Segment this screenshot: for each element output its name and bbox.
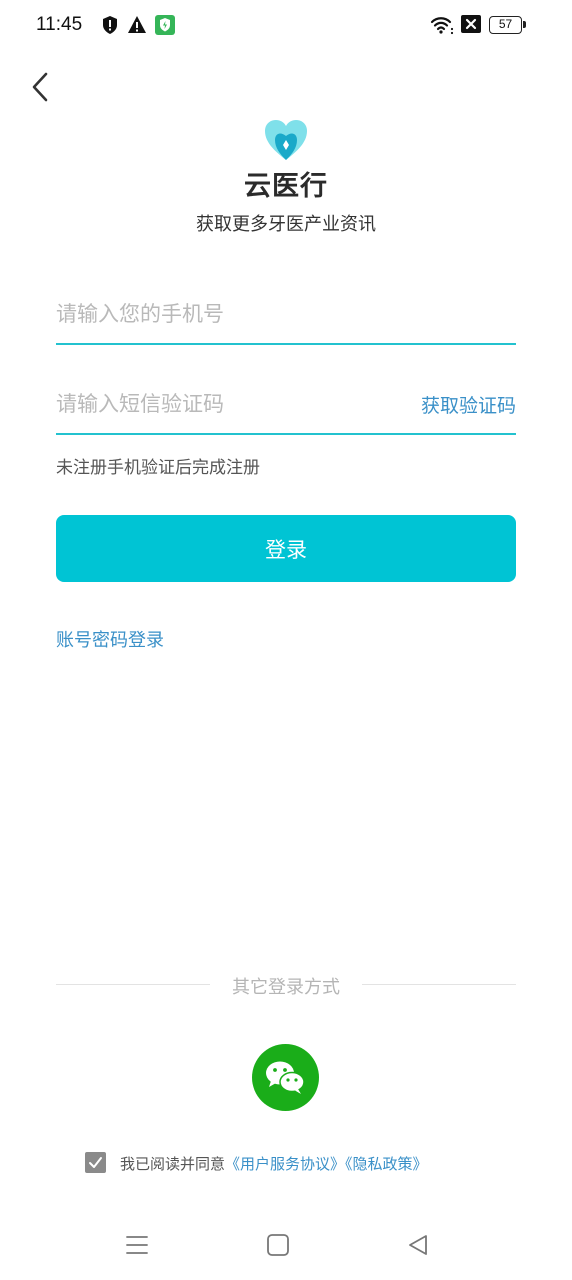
agreement-prefix: 我已阅读并同意 [120, 1155, 226, 1173]
vpn-shield-icon [155, 15, 175, 35]
shield-icon [103, 16, 117, 34]
sms-code-field: 获取验证码 [56, 375, 516, 435]
agreement-checkbox[interactable] [85, 1152, 106, 1173]
app-logo-icon [265, 120, 307, 160]
login-screen: 11:45 57 云医行 获取更多牙医产业资讯 请输入您的手机号 请输入短信验证… [0, 0, 572, 1280]
brand-tagline: 获取更多牙医产业资讯 [196, 214, 376, 235]
login-button[interactable]: 登录 [56, 515, 516, 582]
wechat-icon [266, 1061, 305, 1094]
no-sim-icon [461, 15, 481, 33]
divider-right [362, 984, 516, 985]
status-time: 11:45 [36, 14, 83, 35]
phone-input[interactable] [56, 285, 396, 343]
get-code-button[interactable]: 获取验证码 [421, 391, 516, 418]
back-chevron-icon[interactable] [26, 70, 56, 104]
battery-icon: 57 [489, 16, 526, 34]
status-bar: 11:45 57 [0, 0, 572, 52]
sms-code-input[interactable] [56, 375, 396, 433]
menu-icon[interactable] [124, 1232, 150, 1258]
wechat-login-button[interactable] [252, 1044, 319, 1111]
privacy-link[interactable]: 《隐私政策》 [345, 1155, 428, 1173]
agreement-text: 我已阅读并同意《用户服务协议》《隐私政策》 [120, 1153, 428, 1174]
phone-field [56, 285, 516, 345]
warning-icon [128, 16, 146, 33]
wifi-icon [430, 17, 454, 35]
back-triangle-icon[interactable] [405, 1232, 431, 1258]
brand-name: 云医行 [244, 171, 328, 202]
password-login-link[interactable]: 账号密码登录 [56, 626, 164, 652]
register-hint: 未注册手机验证后完成注册 [56, 458, 260, 478]
system-nav-bar [0, 1220, 572, 1270]
terms-link[interactable]: 《用户服务协议》 [225, 1155, 345, 1173]
home-square-icon[interactable] [265, 1232, 291, 1258]
checkmark-icon [89, 1157, 102, 1168]
other-login-title: 其它登录方式 [232, 977, 340, 998]
